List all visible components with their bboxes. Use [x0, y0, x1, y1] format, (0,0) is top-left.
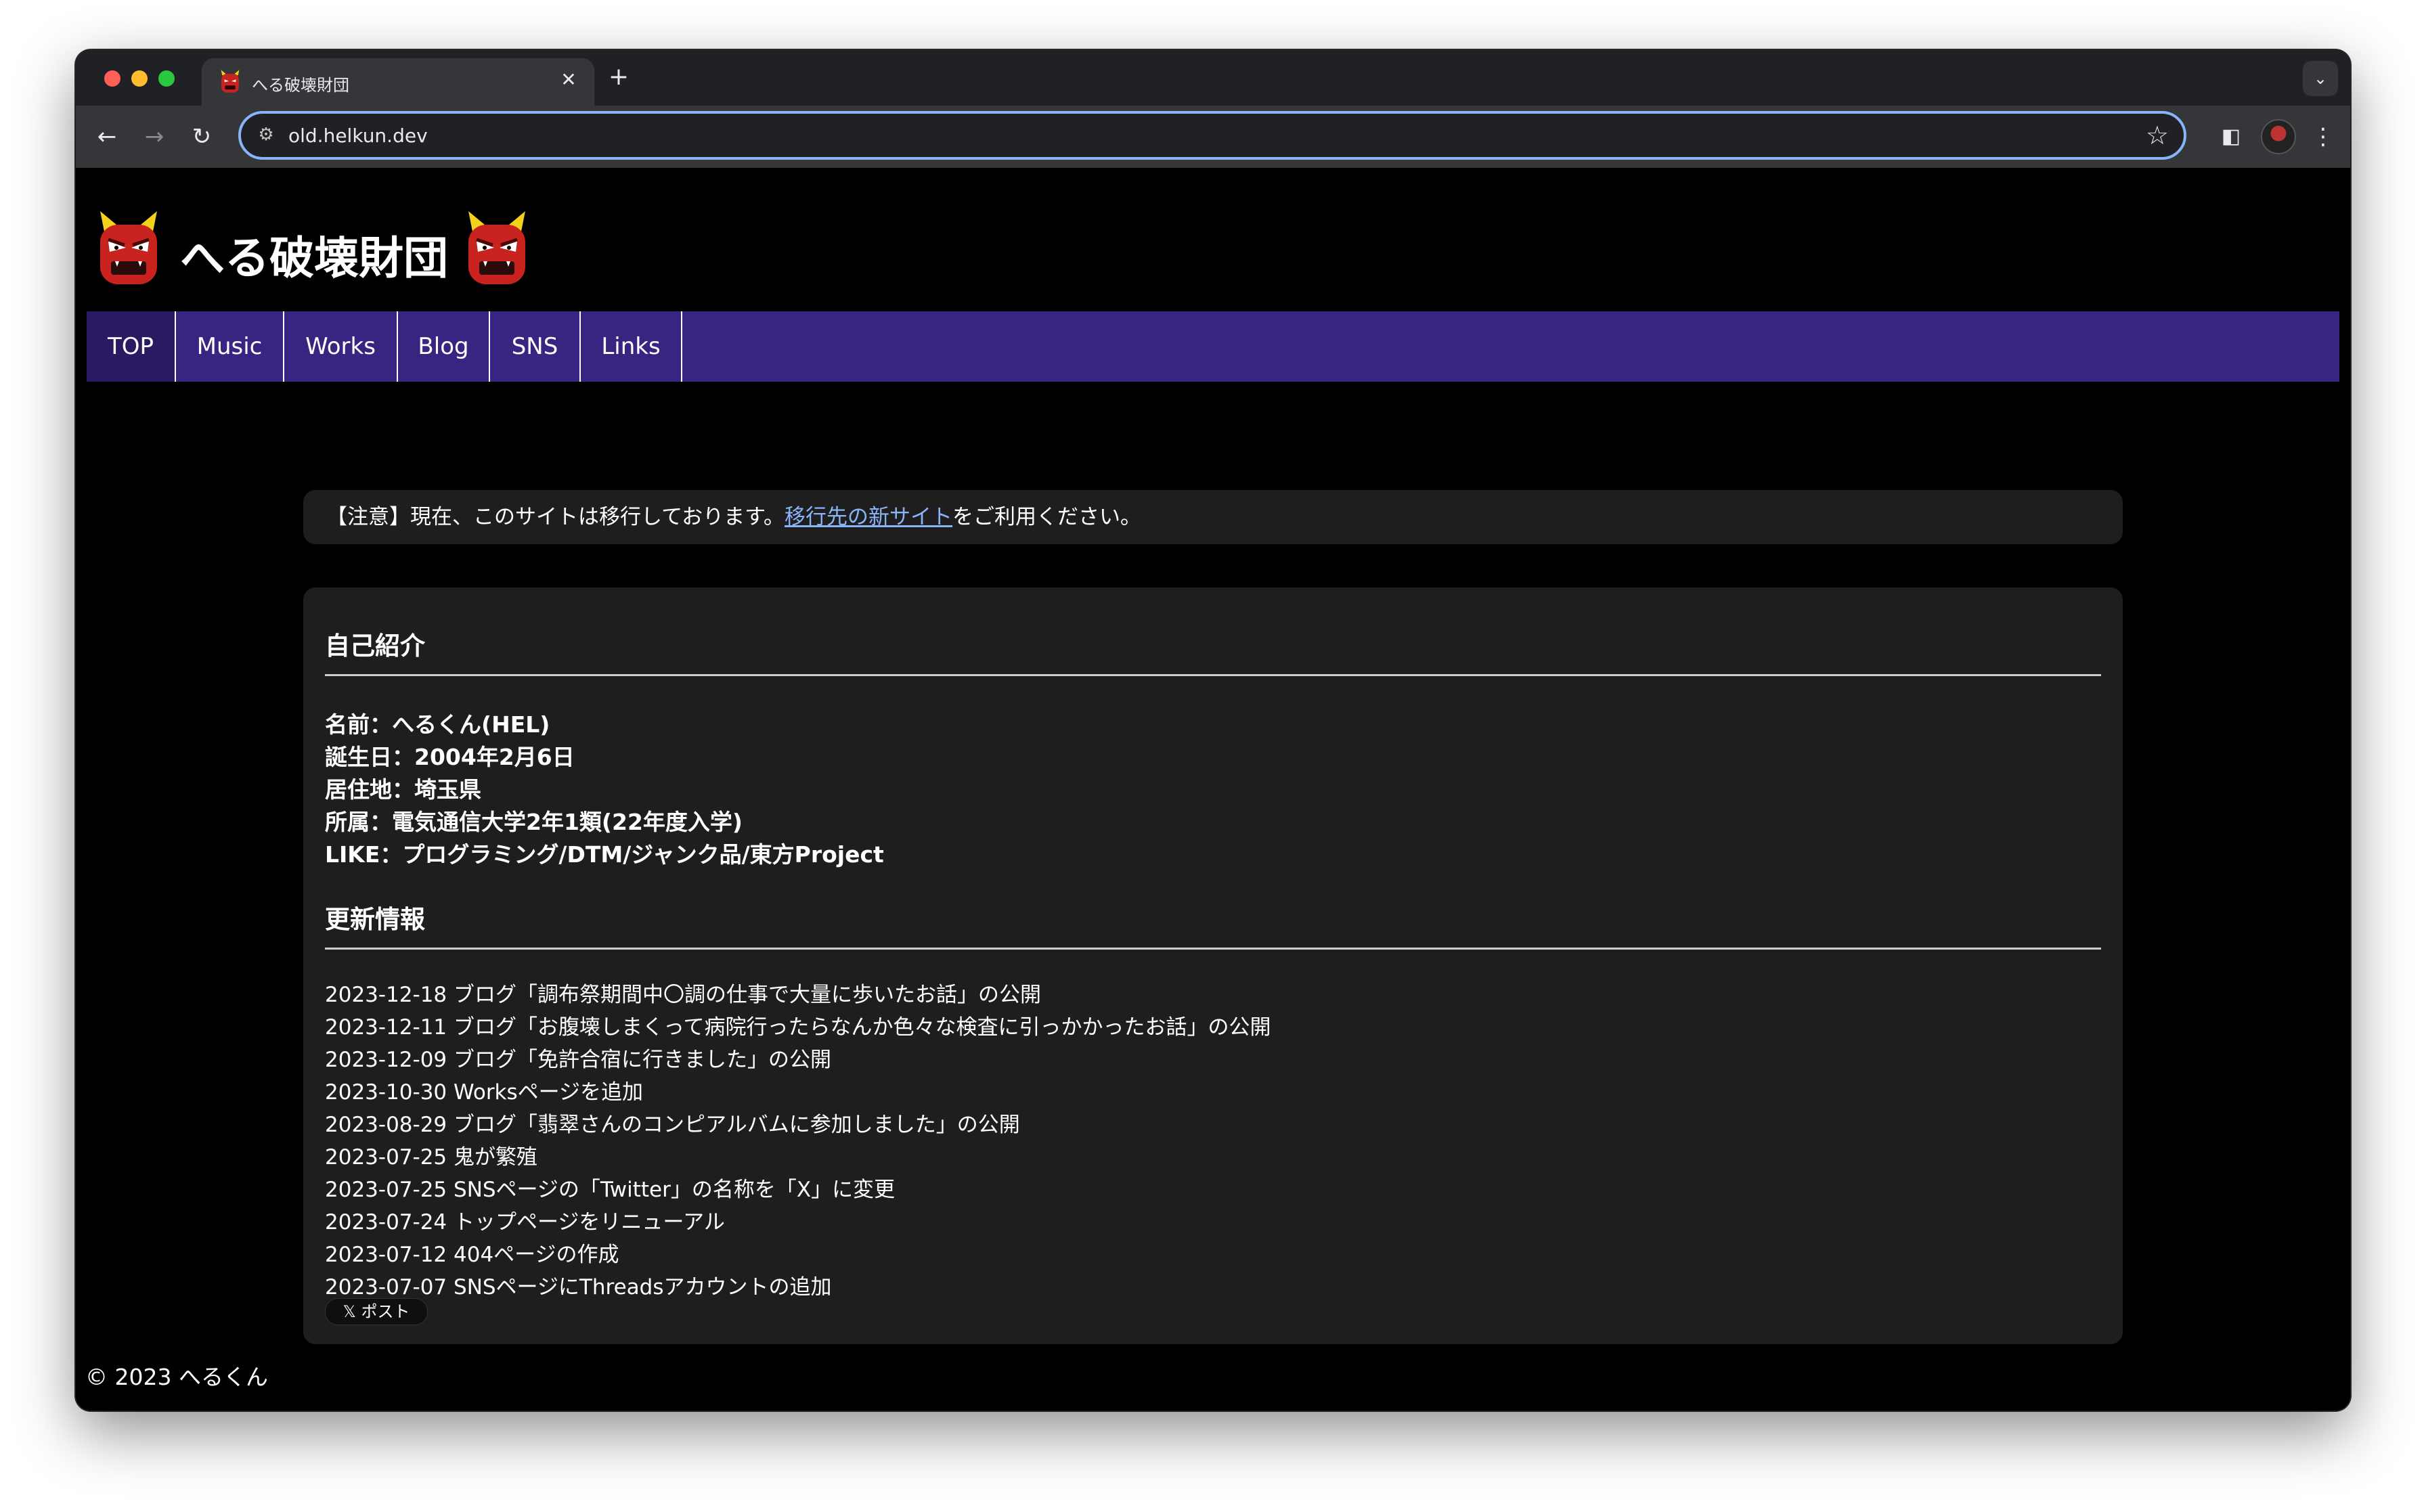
- update-item: 2023-12-18 ブログ「調布祭期間中〇調の仕事で大量に歩いたお話」の公開: [325, 983, 1042, 1007]
- profile-avatar[interactable]: [2261, 119, 2296, 154]
- update-item: 2023-07-24 トップページをリニューアル: [325, 1210, 725, 1235]
- nav-music[interactable]: Music: [176, 311, 284, 382]
- tab-title: へる破壊財団: [252, 76, 349, 95]
- profile-like: LIKE：プログラミング/DTM/ジャンク品/東方Project: [325, 841, 884, 868]
- profile-divider: [325, 674, 2101, 676]
- close-window-button[interactable]: [104, 70, 120, 87]
- browser-window: へる破壊財団 ✕ + ⌄ ← → ↻ ⚙ old.helkun.dev ☆ ◧ …: [76, 50, 2350, 1410]
- address-bar[interactable]: ⚙ old.helkun.dev ☆: [238, 111, 2186, 160]
- update-item: 2023-07-25 鬼が繁殖: [325, 1145, 538, 1170]
- nav-blog[interactable]: Blog: [398, 311, 490, 382]
- new-site-link[interactable]: 移行先の新サイト: [785, 505, 952, 529]
- profile-heading: 自己紹介: [325, 631, 425, 661]
- back-button[interactable]: ←: [89, 119, 125, 154]
- tab-strip: へる破壊財団 ✕ + ⌄: [76, 50, 2350, 106]
- nav-works[interactable]: Works: [284, 311, 398, 382]
- oni-demon-icon: [468, 211, 525, 284]
- update-item: 2023-12-09 ブログ「免許合宿に行きました」の公開: [325, 1048, 832, 1072]
- nav-top[interactable]: TOP: [87, 311, 176, 382]
- bookmark-star-icon[interactable]: ☆: [2146, 120, 2169, 150]
- url-text[interactable]: old.helkun.dev: [288, 125, 428, 147]
- updates-heading: 更新情報: [325, 905, 425, 934]
- content-card: 自己紹介 名前：へるくん(HEL) 誕生日：2004年2月6日 居住地：埼玉県 …: [303, 587, 2123, 1344]
- forward-button[interactable]: →: [137, 119, 172, 154]
- notice-prefix: 【注意】現在、このサイトは移行しております。: [326, 505, 785, 529]
- browser-tab[interactable]: へる破壊財団 ✕: [202, 58, 594, 106]
- update-item: 2023-07-07 SNSページにThreadsアカウントの追加: [325, 1275, 832, 1299]
- site-nav: TOP Music Works Blog SNS Links: [87, 311, 2339, 382]
- new-tab-button[interactable]: +: [604, 64, 634, 93]
- update-item: 2023-12-11 ブログ「お腹壊しまくって病院行ったらなんか色々な検査に引っ…: [325, 1015, 1271, 1040]
- browser-menu-icon[interactable]: ⋮: [2307, 120, 2339, 153]
- nav-sns[interactable]: SNS: [490, 311, 581, 382]
- web-page: へる破壊財団 TOP Music Works Blog SNS Links 【注…: [76, 168, 2350, 1410]
- x-post-button[interactable]: 𝕏 ポスト: [325, 1298, 428, 1325]
- update-item: 2023-10-30 Worksページを追加: [325, 1080, 644, 1105]
- site-title: へる破壊財団: [180, 232, 448, 284]
- tab-close-icon[interactable]: ✕: [556, 68, 581, 92]
- profile-affiliation: 所属：電気通信大学2年1類(22年度入学): [325, 809, 743, 835]
- updates-divider: [325, 948, 2101, 950]
- maximize-window-button[interactable]: [158, 70, 175, 87]
- update-item: 2023-07-12 404ページの作成: [325, 1243, 619, 1267]
- minimize-window-button[interactable]: [131, 70, 148, 87]
- side-panel-icon[interactable]: ◧: [2215, 120, 2247, 153]
- reload-button[interactable]: ↻: [184, 119, 219, 154]
- profile-name: 名前：へるくん(HEL): [325, 711, 550, 738]
- footer-copyright: © 2023 へるくん: [85, 1364, 268, 1390]
- profile-birthday: 誕生日：2004年2月6日: [325, 744, 575, 770]
- nav-links[interactable]: Links: [581, 311, 682, 382]
- browser-toolbar: ← → ↻ ⚙ old.helkun.dev ☆ ◧ ⋮: [76, 106, 2350, 168]
- profile-residence: 居住地：埼玉県: [325, 776, 481, 803]
- site-info-icon[interactable]: ⚙: [255, 123, 278, 146]
- migration-notice: 【注意】現在、このサイトは移行しております。移行先の新サイトをご利用ください。: [303, 490, 2123, 544]
- update-item: 2023-07-25 SNSページの「Twitter」の名称を「X」に変更: [325, 1178, 896, 1202]
- oni-demon-icon: [100, 211, 157, 284]
- update-item: 2023-08-29 ブログ「翡翠さんのコンピアルバムに参加しました」の公開: [325, 1113, 1020, 1137]
- tab-search-button[interactable]: ⌄: [2303, 61, 2338, 96]
- notice-suffix: をご利用ください。: [952, 505, 1142, 529]
- oni-favicon-icon: [221, 70, 240, 93]
